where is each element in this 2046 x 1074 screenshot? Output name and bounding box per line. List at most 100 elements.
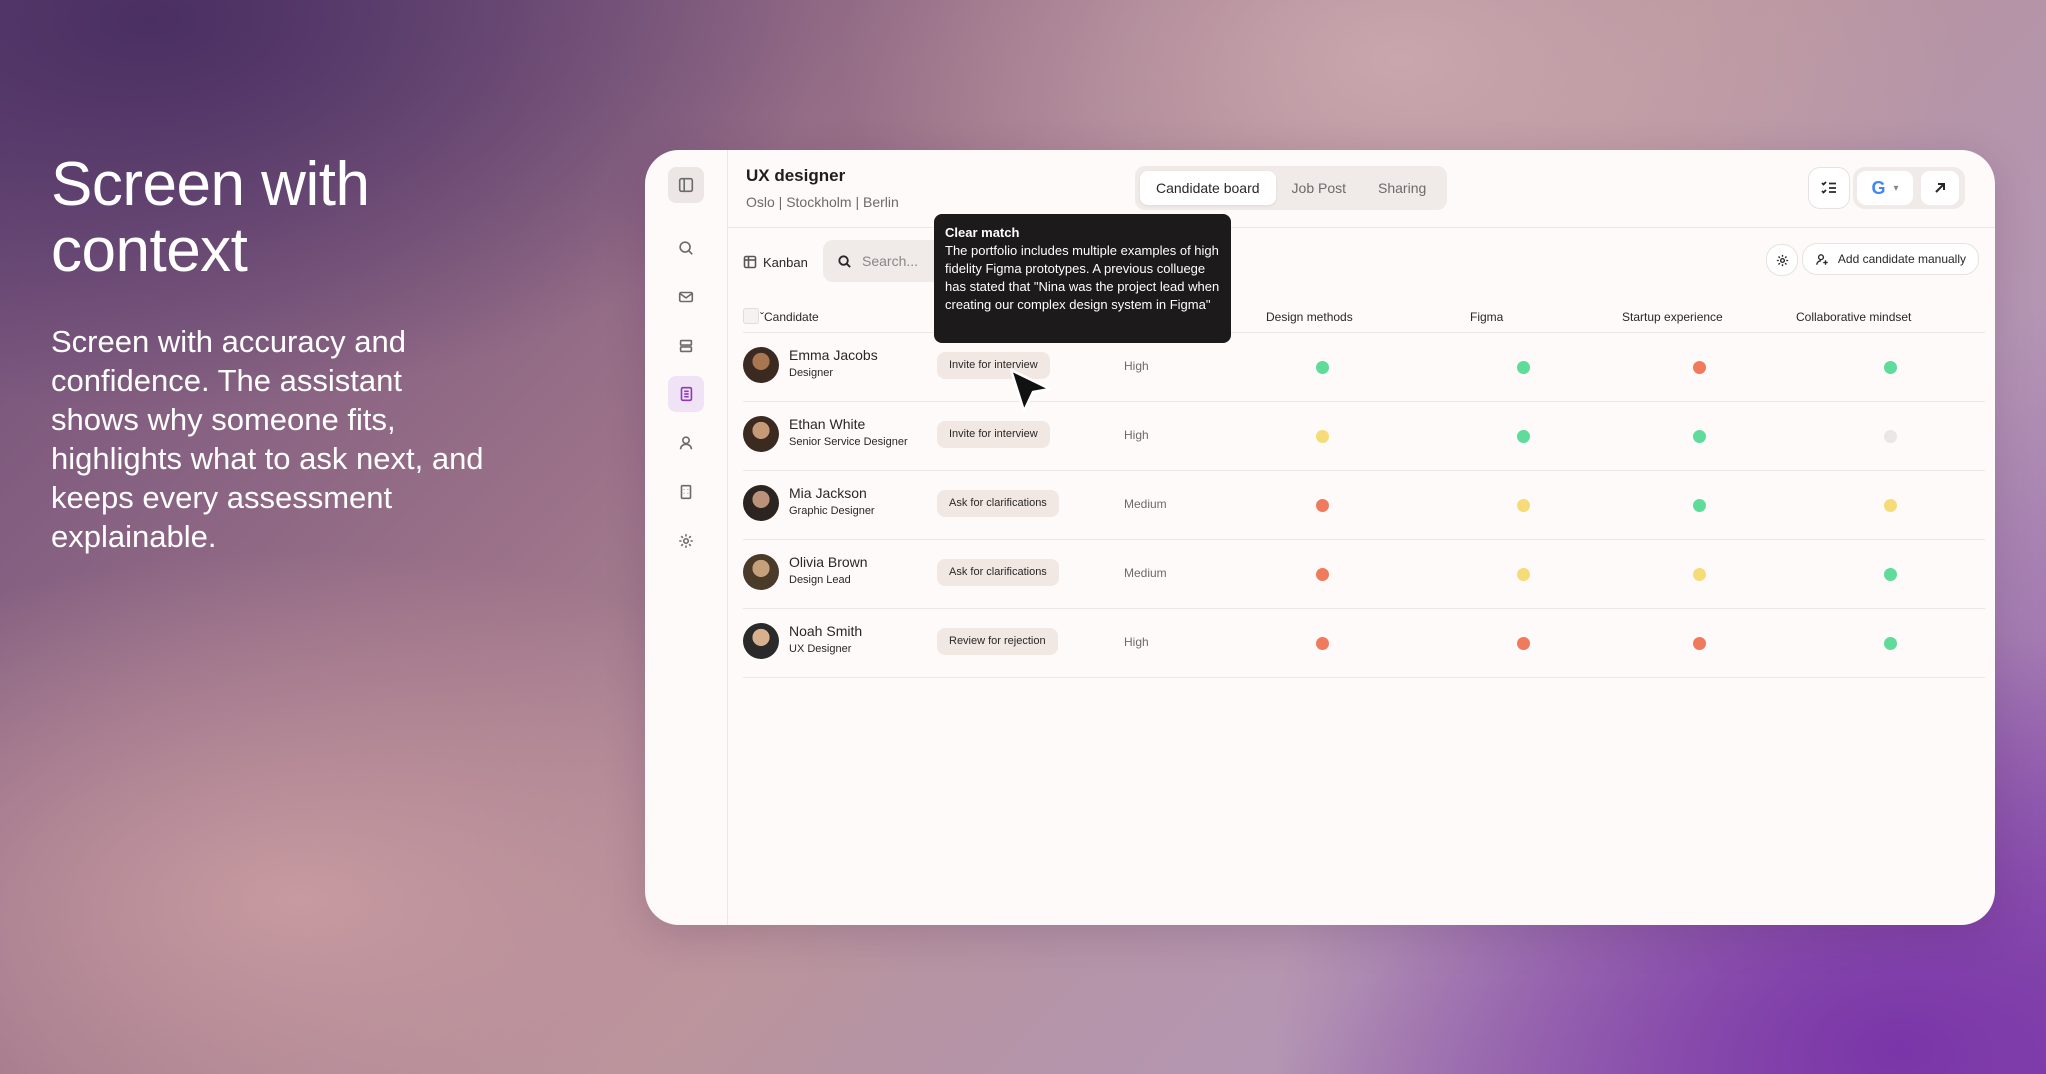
- candidate-name[interactable]: Emma Jacobs: [789, 347, 878, 363]
- candidate-name[interactable]: Olivia Brown: [789, 554, 868, 570]
- job-title: UX designer: [746, 166, 846, 185]
- table-settings-button[interactable]: [1766, 244, 1798, 276]
- open-external-button[interactable]: [1921, 171, 1959, 205]
- score-dot[interactable]: [1517, 568, 1530, 581]
- score-dot[interactable]: [1884, 568, 1897, 581]
- score-dot[interactable]: [1517, 499, 1530, 512]
- score-dot[interactable]: [1316, 361, 1329, 374]
- action-button[interactable]: Ask for clarifications: [937, 559, 1059, 586]
- column-header-candidate[interactable]: ˇCandidate: [760, 310, 819, 324]
- table-row[interactable]: Noah Smith UX Designer Review for rejectio…: [743, 608, 1985, 678]
- candidates-board-icon[interactable]: [668, 376, 704, 412]
- score-dot[interactable]: [1884, 430, 1897, 443]
- add-user-icon: [1816, 253, 1828, 265]
- action-button[interactable]: Review for rejection: [937, 628, 1058, 655]
- tab-job-post[interactable]: Job Post: [1276, 171, 1362, 205]
- select-all-checkbox[interactable]: [743, 308, 759, 324]
- gear-icon: [1776, 254, 1788, 266]
- tab-candidate-board[interactable]: Candidate board: [1140, 171, 1276, 205]
- column-header-startup-experience[interactable]: Startup experience: [1622, 310, 1723, 324]
- kanban-icon: [743, 255, 757, 269]
- header-divider: [727, 227, 1995, 228]
- column-header-design-methods[interactable]: Design methods: [1266, 310, 1353, 324]
- score-dot[interactable]: [1693, 499, 1706, 512]
- job-locations: Oslo | Stockholm | Berlin: [746, 194, 899, 210]
- table-header: ˇCandidate Design methods Figma Startup …: [743, 302, 1985, 333]
- score-dot[interactable]: [1316, 637, 1329, 650]
- user-icon[interactable]: [668, 425, 704, 461]
- search-icon: [838, 254, 851, 268]
- confidence-label: High: [1124, 635, 1149, 649]
- assessment-tooltip: Clear match The portfolio includes multi…: [934, 214, 1231, 343]
- add-candidate-button[interactable]: Add candidate manually: [1801, 243, 1979, 275]
- add-candidate-label: Add candidate manually: [1837, 252, 1966, 266]
- table-row[interactable]: Ethan White Senior Service Designer Invite…: [743, 401, 1985, 471]
- candidate-name[interactable]: Ethan White: [789, 416, 865, 432]
- candidate-role: Design Lead: [789, 574, 851, 586]
- google-icon: G: [1871, 177, 1886, 198]
- confidence-label: High: [1124, 428, 1149, 442]
- column-header-figma[interactable]: Figma: [1470, 310, 1503, 324]
- account-group: G ▾: [1853, 167, 1965, 209]
- sidebar: [645, 150, 728, 925]
- kanban-toggle[interactable]: Kanban: [743, 246, 808, 278]
- layout-icon[interactable]: [668, 328, 704, 364]
- confidence-label: Medium: [1124, 497, 1167, 511]
- candidate-role: Designer: [789, 367, 834, 379]
- search-icon[interactable]: [668, 230, 704, 266]
- checklist-button[interactable]: [1808, 167, 1850, 209]
- score-dot[interactable]: [1517, 430, 1530, 443]
- score-dot[interactable]: [1693, 568, 1706, 581]
- score-dot[interactable]: [1693, 430, 1706, 443]
- building-icon[interactable]: [668, 474, 704, 510]
- google-account-button[interactable]: G ▾: [1857, 171, 1913, 205]
- table-row[interactable]: Emma Jacobs Designer Invite for interview H…: [743, 332, 1985, 402]
- avatar[interactable]: [743, 554, 779, 590]
- candidate-name[interactable]: Noah Smith: [789, 623, 862, 639]
- score-dot[interactable]: [1693, 637, 1706, 650]
- column-header-collaborative-mindset[interactable]: Collaborative mindset: [1796, 310, 1911, 324]
- main-panel: UX designer Oslo | Stockholm | Berlin Ca…: [727, 150, 1995, 925]
- search-placeholder: Search...: [862, 253, 919, 269]
- score-dot[interactable]: [1693, 361, 1706, 374]
- confidence-label: Medium: [1124, 566, 1167, 580]
- kanban-label: Kanban: [763, 254, 808, 270]
- tooltip-body: The portfolio includes multiple examples…: [945, 243, 1220, 312]
- action-button[interactable]: Invite for interview: [937, 421, 1050, 448]
- arrow-up-right-icon: [1935, 183, 1945, 193]
- mouse-cursor-icon: [1009, 368, 1052, 413]
- chevron-down-icon: ▾: [1893, 182, 1899, 194]
- sidebar-toggle-icon[interactable]: [668, 167, 704, 203]
- avatar[interactable]: [743, 623, 779, 659]
- view-tabs: Candidate board Job Post Sharing: [1135, 166, 1448, 210]
- app-window: UX designer Oslo | Stockholm | Berlin Ca…: [645, 150, 1995, 925]
- table-row[interactable]: Olivia Brown Design Lead Ask for clarifica…: [743, 539, 1985, 609]
- avatar[interactable]: [743, 416, 779, 452]
- avatar[interactable]: [743, 485, 779, 521]
- candidate-role: Senior Service Designer: [789, 436, 908, 448]
- action-button[interactable]: Ask for clarifications: [937, 490, 1059, 517]
- candidate-name[interactable]: Mia Jackson: [789, 485, 867, 501]
- candidate-role: UX Designer: [789, 643, 852, 655]
- confidence-label: High: [1124, 359, 1149, 373]
- table-row[interactable]: Mia Jackson Graphic Designer Ask for clari…: [743, 470, 1985, 540]
- score-dot[interactable]: [1884, 361, 1897, 374]
- hero-title-line2: context: [51, 216, 248, 285]
- score-dot[interactable]: [1517, 361, 1530, 374]
- hero-body: Screen with accuracy and confidence. The…: [51, 324, 484, 554]
- hero-title-line1: Screen with: [51, 150, 370, 219]
- score-dot[interactable]: [1884, 499, 1897, 512]
- score-dot[interactable]: [1316, 430, 1329, 443]
- checklist-icon: [1821, 181, 1836, 194]
- tooltip-title: Clear match: [945, 225, 1020, 240]
- score-dot[interactable]: [1517, 637, 1530, 650]
- score-dot[interactable]: [1316, 568, 1329, 581]
- tab-sharing[interactable]: Sharing: [1362, 171, 1442, 205]
- hero-title: Screen with context: [51, 152, 491, 284]
- mail-icon[interactable]: [668, 279, 704, 315]
- candidate-role: Graphic Designer: [789, 505, 875, 517]
- settings-icon[interactable]: [668, 523, 704, 559]
- score-dot[interactable]: [1316, 499, 1329, 512]
- avatar[interactable]: [743, 347, 779, 383]
- score-dot[interactable]: [1884, 637, 1897, 650]
